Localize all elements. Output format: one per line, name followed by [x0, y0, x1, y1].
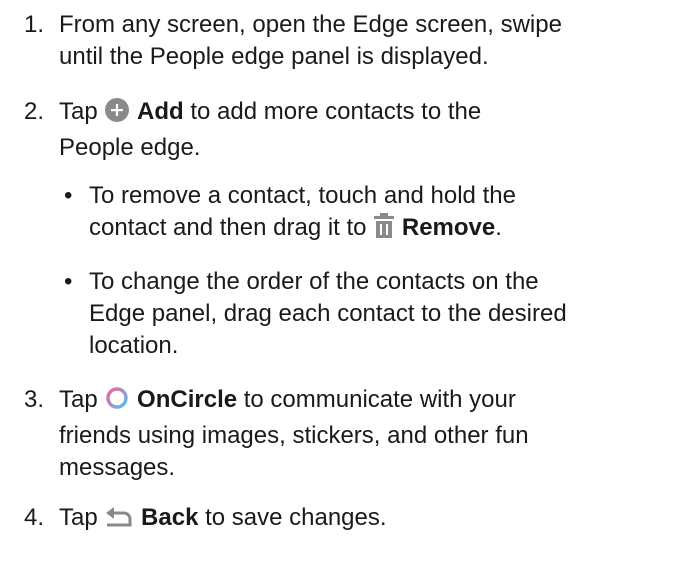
oncircle-icon: [104, 385, 130, 420]
trash-icon: [373, 213, 395, 248]
remove-label: Remove: [401, 214, 496, 241]
add-label: Add: [137, 98, 184, 125]
oncircle-label: OnCircle: [137, 386, 238, 413]
step-text-segment: to add more contacts to the: [190, 98, 482, 125]
bullet-text-segment: contact and then drag it to: [89, 214, 367, 241]
back-arrow-icon: [104, 503, 134, 538]
step-text-segment: Tap: [59, 504, 98, 531]
bullet-text-segment: .: [495, 214, 502, 241]
step-text: From any screen, open the Edge screen, s…: [59, 9, 674, 73]
bullet-line: To remove a contact, touch and hold the: [89, 182, 516, 209]
back-label: Back: [141, 504, 199, 531]
step-number: 1.: [24, 11, 45, 38]
step-line: until the People edge panel is displayed…: [59, 43, 489, 70]
bullet-text: To change the order of the contacts on t…: [89, 266, 679, 362]
bullet-marker: •: [64, 182, 73, 209]
step-text-segment: Tap: [59, 386, 98, 413]
bullet-line: To change the order of the contacts on t…: [89, 268, 539, 295]
step-text: Tap Back to save changes.: [59, 502, 674, 538]
bullet-marker: •: [64, 268, 73, 295]
step-text-segment: Tap: [59, 98, 98, 125]
step-text: Tap OnCircle to communicate with your fr…: [59, 384, 674, 484]
plus-circle-icon: [104, 97, 130, 132]
step-line: From any screen, open the Edge screen, s…: [59, 11, 562, 38]
bullet-line: Edge panel, drag each contact to the des…: [89, 300, 567, 327]
step-text-segment: to communicate with your: [243, 386, 516, 413]
step-text-segment: to save changes.: [205, 504, 387, 531]
step-number: 4.: [24, 504, 45, 531]
bullet-line: location.: [89, 332, 179, 359]
bullet-text: To remove a contact, touch and hold the …: [89, 180, 679, 248]
step-text: Tap Add to add more contacts to the Peop…: [59, 96, 674, 164]
step-line: friends using images, stickers, and othe…: [59, 422, 529, 449]
step-line: People edge.: [59, 134, 201, 161]
step-number: 3.: [24, 386, 45, 413]
step-number: 2.: [24, 98, 45, 125]
step-line: messages.: [59, 454, 176, 481]
